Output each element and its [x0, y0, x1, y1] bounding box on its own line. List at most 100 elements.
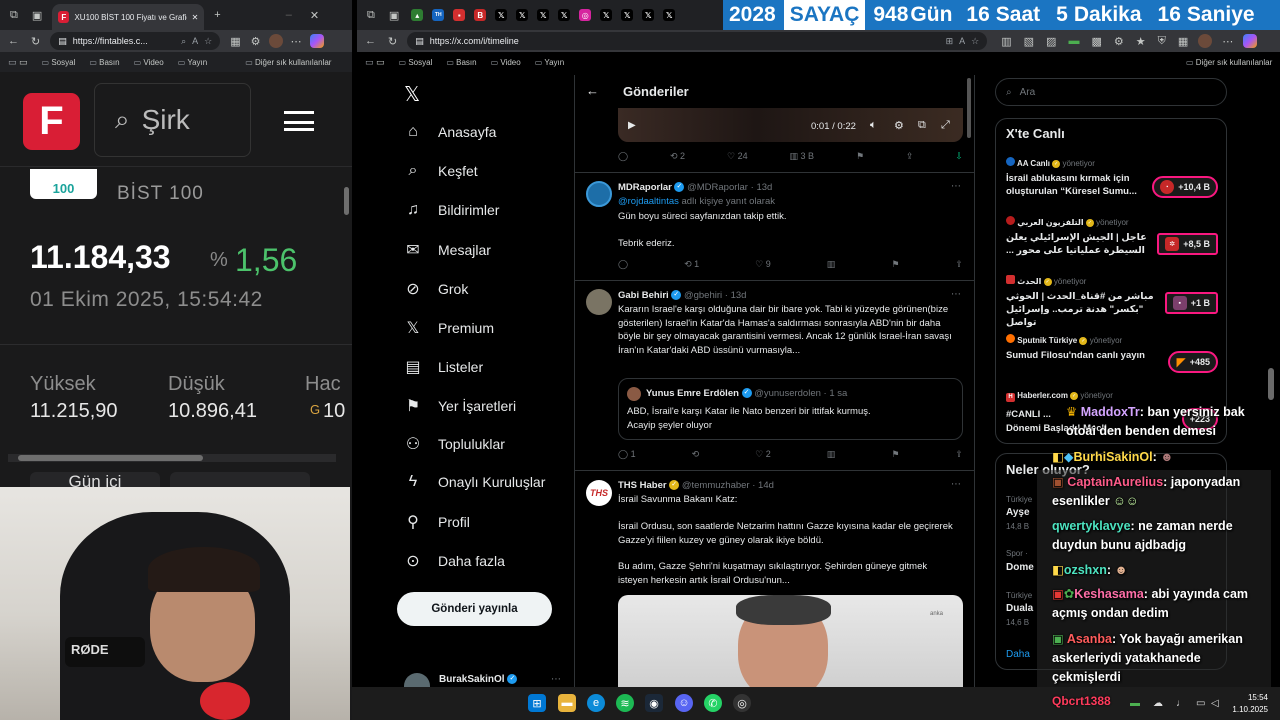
bookmark-sosyal[interactable]: Sosyal	[399, 58, 432, 67]
tab-favicon[interactable]: ▪	[453, 9, 466, 21]
back-icon[interactable]: ←	[8, 35, 19, 47]
scrollbar-thumb[interactable]	[18, 455, 203, 461]
nav-lists[interactable]: ▤ Listeler	[404, 357, 483, 377]
clock[interactable]: 15:54 1.10.2025	[1230, 693, 1268, 714]
like-button[interactable]: ♡ 24	[727, 151, 748, 162]
tab-fintables[interactable]: F XU100 BİST 100 Fiyatı ve Grafiği ✕	[52, 4, 205, 30]
tweet-handle[interactable]: @gbehiri	[684, 290, 722, 301]
like-button[interactable]: ♡ 2	[755, 449, 771, 460]
trend-name[interactable]: Duala	[1006, 603, 1033, 614]
tab-x-icon[interactable]: 𝕏	[642, 9, 655, 21]
live-listeners[interactable]: ▪ +10,4 B	[1152, 176, 1218, 198]
account-name[interactable]: BurakSakinOl ✓	[439, 674, 518, 685]
bookmark-icon[interactable]: ⚑	[891, 259, 899, 270]
live-item[interactable]: Sputnik Türkiye ✓ yönetiyor Sumud Filosu…	[1006, 334, 1218, 373]
extensions-icon[interactable]: ⚙	[1114, 35, 1124, 48]
favorite-star-icon[interactable]: ☆	[971, 36, 979, 47]
tab-actions-icon[interactable]: ▣	[389, 9, 399, 22]
start-button[interactable]: ⊞	[528, 694, 546, 712]
nav-profile[interactable]: ⚲ Profil	[404, 512, 470, 532]
hamburger-menu-icon[interactable]	[284, 111, 314, 131]
copilot-icon[interactable]	[309, 34, 324, 48]
trends-show-more[interactable]: Daha	[1006, 649, 1030, 660]
app-available-icon[interactable]: ⊞	[946, 36, 954, 47]
tweet-more-icon[interactable]: ⋯	[951, 289, 961, 300]
tweet-avatar-ths[interactable]: THS	[586, 480, 612, 506]
tweet-more-icon[interactable]: ⋯	[951, 181, 961, 192]
fullscreen-icon[interactable]: ⤢	[941, 119, 950, 132]
x-logo-icon[interactable]: 𝕏	[404, 82, 420, 107]
bookmark-video[interactable]: Video	[134, 58, 163, 67]
new-tab-icon[interactable]: +	[214, 9, 220, 21]
reply-to-handle[interactable]: @rojdaaltintas	[618, 196, 679, 207]
bookmark-basin[interactable]: Basın	[89, 58, 119, 67]
back-arrow-icon[interactable]: ←	[586, 83, 599, 98]
tweet-author[interactable]: THS Haber	[618, 480, 667, 491]
live-listeners[interactable]: ▪ +1 B	[1164, 292, 1218, 314]
bookmark-sosyal[interactable]: Sosyal	[42, 58, 75, 67]
share-icon[interactable]: ⇪	[906, 151, 914, 162]
bookmark-icon[interactable]: ⚑	[856, 151, 864, 162]
play-icon[interactable]: ▶	[628, 120, 636, 131]
live-item[interactable]: الحدث ✓ yönetiyor مباشر من #قناة_الحدث |…	[1006, 275, 1218, 329]
speaker-icon[interactable]: ◁	[1211, 698, 1219, 709]
views-button[interactable]: ▥ 3 B	[790, 151, 815, 162]
bookmark-yayin[interactable]: Yayın	[178, 58, 207, 67]
tab-favicon[interactable]: ▴	[411, 9, 424, 21]
favorite-star-icon[interactable]: ☆	[204, 36, 212, 47]
read-aloud-icon[interactable]: A	[959, 36, 965, 46]
retweet-button[interactable]: ⟲ 2	[670, 151, 685, 162]
tab-favicon[interactable]: B	[474, 9, 487, 21]
nav-verified-orgs[interactable]: ϟ Onaylı Kuruluşlar	[404, 473, 546, 491]
tab-x-icon[interactable]: 𝕏	[621, 9, 634, 21]
quote-tweet[interactable]: Yunus Emre Erdölen ✓ @yunuserdolen · 1 s…	[618, 378, 963, 440]
tab-x-icon[interactable]: 𝕏	[663, 9, 676, 21]
tweet-avatar[interactable]	[586, 181, 612, 207]
volume-icon[interactable]: 🔈︎	[870, 119, 877, 132]
views-icon[interactable]: ▥	[827, 259, 836, 270]
tab-x-icon[interactable]: 𝕏	[600, 9, 613, 21]
tweet-more-icon[interactable]: ⋯	[951, 479, 961, 490]
fintables-search[interactable]: ⌕ Şirk	[94, 83, 251, 157]
tab-x-icon[interactable]: 𝕏	[558, 9, 571, 21]
close-window-icon[interactable]: ✕	[310, 9, 319, 22]
profile-avatar[interactable]	[1198, 34, 1213, 48]
collections-icon[interactable]: ▦	[230, 35, 240, 48]
steam-icon[interactable]: ◉	[645, 694, 663, 712]
tab-actions-icon[interactable]: ▣	[32, 9, 42, 22]
bookmark-basin[interactable]: Basın	[446, 58, 476, 67]
reply-button[interactable]: ◯ 1	[618, 449, 636, 460]
page-scrollbar[interactable]	[1268, 368, 1274, 400]
timeline-scrollbar[interactable]	[967, 78, 971, 138]
nav-bookmarks[interactable]: ⚑ Yer İşaretleri	[404, 396, 516, 416]
share-icon[interactable]: ⇪	[955, 259, 963, 270]
bookmarks-menu-icon[interactable]: ▭	[365, 57, 385, 68]
tweet-author[interactable]: Gabi Behiri	[618, 290, 669, 301]
bookmarks-menu-icon[interactable]: ▭	[8, 57, 28, 68]
bookmark-other[interactable]: Diğer sık kullanılanlar	[1186, 58, 1272, 67]
left-url-field[interactable]: ▤ https://fintables.c... ⌕ A ☆	[50, 32, 221, 50]
retweet-button[interactable]: ⟲ 1	[684, 259, 699, 270]
trend-name[interactable]: Ayşe	[1006, 507, 1030, 518]
share-icon[interactable]: ⇪	[955, 449, 963, 460]
nav-notifications[interactable]: ♫ Bildirimler	[404, 201, 499, 219]
extension-icon[interactable]: ▬	[1068, 35, 1079, 47]
views-icon[interactable]: ▥	[827, 449, 836, 460]
download-icon[interactable]: ⇩	[955, 151, 963, 162]
zoom-icon[interactable]: ⌕	[181, 36, 186, 47]
nav-premium[interactable]: 𝕏 Premium	[404, 318, 494, 338]
site-info-icon[interactable]: ▤	[58, 36, 67, 47]
close-tab-icon[interactable]: ✕	[192, 13, 199, 22]
nav-messages[interactable]: ✉ Mesajlar	[404, 240, 491, 260]
nav-communities[interactable]: ⚇ Topluluklar	[404, 434, 505, 454]
tab-instagram-icon[interactable]: ◎	[579, 9, 592, 21]
network-icon[interactable]: ▭	[1196, 698, 1205, 709]
tweet-avatar[interactable]	[586, 289, 612, 315]
spotify-icon[interactable]: ≋	[616, 694, 634, 712]
reload-icon[interactable]: ↻	[31, 35, 40, 48]
bookmark-icon[interactable]: ⚑	[891, 449, 899, 460]
tab-favicon[interactable]: TH	[432, 9, 445, 21]
settings-gear-icon[interactable]: ⚙	[894, 119, 904, 132]
live-item[interactable]: التلفزيون العربي ✓ yönetiyor عاجل | الجي…	[1006, 216, 1218, 257]
extension-icon[interactable]: ▩	[1091, 35, 1101, 48]
